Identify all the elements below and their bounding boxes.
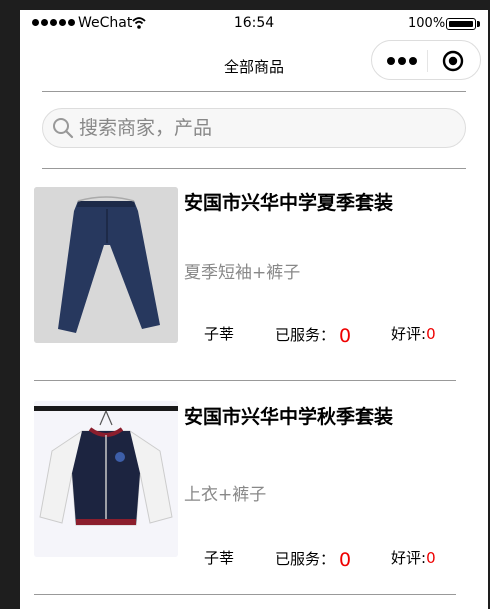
phone-screen: WeChat 16:54 100% 全部商品 搜索商家，产品 安国市兴华中学夏季…	[20, 10, 488, 609]
served-value: 0	[339, 549, 352, 571]
product-name: 安国市兴华中学夏季套装	[184, 192, 394, 214]
rating-value: 0	[426, 325, 436, 343]
divider	[42, 168, 466, 169]
divider	[42, 91, 466, 92]
shop-name: 子莘	[204, 549, 235, 567]
product-card[interactable]: 安国市兴华中学秋季套装 上衣+裤子 子莘 已服务： 0 好评:0	[34, 401, 474, 571]
rating: 好评:0	[391, 323, 436, 344]
more-icon[interactable]	[386, 55, 418, 67]
status-bar: WeChat 16:54 100%	[20, 10, 488, 40]
search-bar[interactable]	[42, 108, 466, 148]
divider	[34, 594, 456, 595]
battery-percent: 100%	[408, 16, 446, 31]
served-count: 已服务： 0	[275, 547, 352, 571]
mini-program-capsule	[371, 40, 481, 80]
product-image	[34, 401, 178, 557]
divider	[34, 380, 456, 381]
close-mini-program-icon[interactable]	[442, 50, 464, 72]
rating-label: 好评:	[391, 549, 427, 567]
rating-label: 好评:	[391, 325, 427, 343]
battery-icon	[446, 18, 476, 30]
served-value: 0	[339, 325, 352, 347]
rating: 好评:0	[391, 547, 436, 568]
jacket-image	[34, 401, 178, 557]
capsule-divider	[427, 50, 428, 72]
search-icon	[53, 118, 74, 139]
served-count: 已服务： 0	[275, 323, 352, 347]
pants-image	[34, 187, 178, 343]
shop-name: 子莘	[204, 325, 235, 343]
product-image	[34, 187, 178, 343]
product-card[interactable]: 安国市兴华中学夏季套装 夏季短袖+裤子 子莘 已服务： 0 好评:0	[34, 187, 474, 357]
product-description: 夏季短袖+裤子	[184, 263, 301, 283]
search-input[interactable]	[79, 114, 449, 142]
product-name: 安国市兴华中学秋季套装	[184, 406, 394, 428]
navigation-bar: 全部商品	[20, 40, 488, 90]
product-description: 上衣+裤子	[184, 485, 267, 505]
rating-value: 0	[426, 549, 436, 567]
served-label: 已服务：	[275, 550, 336, 568]
served-label: 已服务：	[275, 326, 336, 344]
